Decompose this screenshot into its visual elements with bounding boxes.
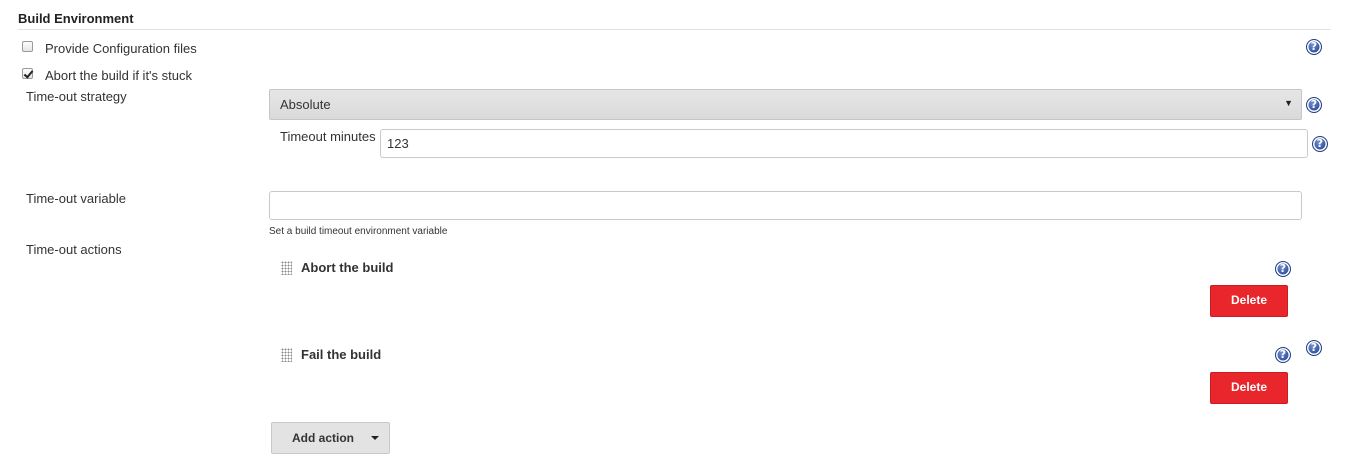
timeout-variable-input[interactable] [269,191,1302,220]
timeout-variable-label: Time-out variable [26,191,126,206]
abort-if-stuck-checkbox[interactable] [22,68,33,79]
dropdown-arrow-icon: ▼ [1284,98,1293,108]
action-title-fail: Fail the build [301,347,382,362]
delete-abort-action-button[interactable]: Delete [1210,285,1288,317]
drag-handle-icon[interactable] [281,348,292,362]
add-action-label: Add action [292,431,354,445]
timeout-minutes-label: Timeout minutes [280,129,376,144]
chevron-down-icon [371,436,379,440]
timeout-minutes-help-icon[interactable]: ? [1312,136,1328,152]
provide-config-label[interactable]: Provide Configuration files [45,41,197,56]
timeout-actions-help-icon[interactable]: ? [1306,340,1322,356]
section-title: Build Environment [18,11,134,26]
abort-if-stuck-label[interactable]: Abort the build if it's stuck [45,68,192,83]
timeout-strategy-label: Time-out strategy [26,89,127,104]
timeout-actions-label: Time-out actions [26,242,122,257]
action-title-abort: Abort the build [301,260,394,275]
provide-config-checkbox[interactable] [22,41,33,52]
timeout-variable-hint: Set a build timeout environment variable [269,226,448,237]
timeout-strategy-help-icon[interactable]: ? [1306,97,1322,113]
action-fail-help-icon[interactable]: ? [1275,347,1291,363]
section-divider [18,29,1331,30]
timeout-strategy-value: Absolute [280,97,331,112]
provide-config-help-icon[interactable]: ? [1306,39,1322,55]
delete-fail-action-button[interactable]: Delete [1210,372,1288,404]
timeout-strategy-select[interactable]: Absolute ▼ [269,89,1302,120]
drag-handle-icon[interactable] [281,261,292,275]
action-abort-help-icon[interactable]: ? [1275,261,1291,277]
add-action-button[interactable]: Add action [271,422,390,454]
timeout-minutes-input[interactable] [380,129,1308,158]
